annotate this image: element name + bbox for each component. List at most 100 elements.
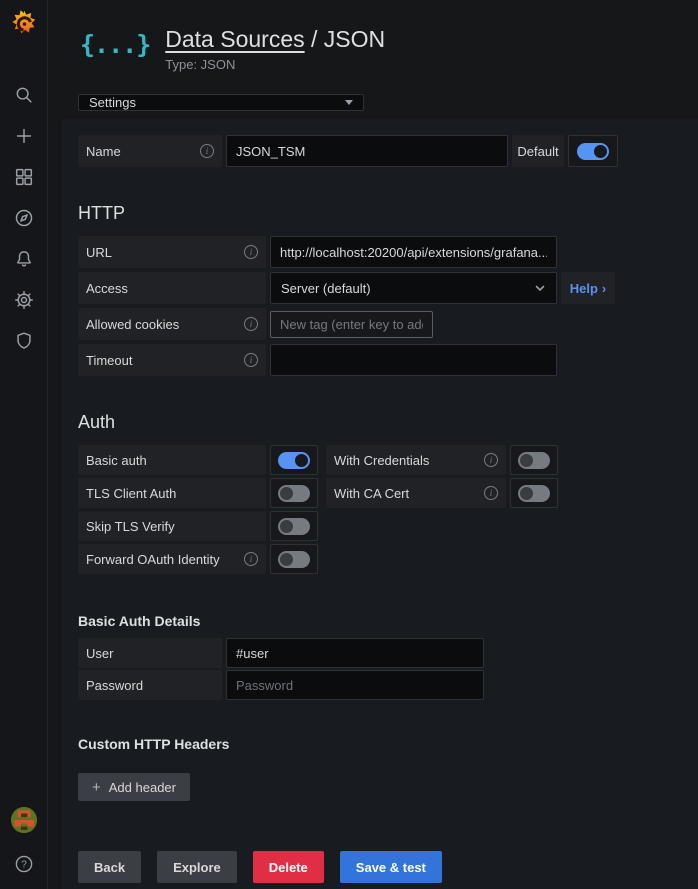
user-field-label: User — [78, 638, 222, 668]
app-window: ? {...} Data Sources / JSON Type: JSON S… — [0, 0, 698, 889]
page-header: {...} Data Sources / JSON Type: JSON — [48, 0, 698, 72]
add-header-button[interactable]: + Add header — [78, 773, 190, 801]
access-field-label: Access — [78, 272, 266, 304]
user-input[interactable] — [226, 638, 484, 668]
basic-auth-label-text: Basic auth — [86, 453, 147, 468]
chevron-right-icon: › — [602, 281, 606, 296]
help-button-text: Help — [570, 281, 598, 296]
password-row: Password — [78, 670, 682, 700]
action-buttons: Back Explore Delete Save & test — [78, 851, 682, 883]
info-icon[interactable] — [244, 353, 258, 367]
default-label: Default — [512, 135, 564, 167]
settings-panel: Name Default HTTP URL A — [62, 119, 698, 889]
basic-auth-details-heading: Basic Auth Details — [78, 613, 682, 629]
password-input[interactable] — [226, 670, 484, 700]
add-header-button-text: Add header — [109, 780, 176, 795]
skip-tls-verify-row: Skip TLS Verify — [78, 511, 318, 541]
caret-down-icon — [345, 100, 353, 105]
configuration-gear-icon[interactable] — [13, 289, 35, 311]
url-row: URL — [78, 236, 682, 268]
tls-client-auth-label: TLS Client Auth — [78, 478, 266, 508]
allowed-cookies-row: Allowed cookies — [78, 308, 682, 340]
tls-client-auth-row: TLS Client Auth — [78, 478, 318, 508]
name-input[interactable] — [226, 135, 508, 167]
json-datasource-icon: {...} — [80, 30, 150, 59]
timeout-label-text: Timeout — [86, 353, 132, 368]
forward-oauth-label: Forward OAuth Identity — [78, 544, 266, 574]
user-avatar[interactable] — [11, 807, 37, 833]
allowed-cookies-field-label: Allowed cookies — [78, 308, 266, 340]
forward-oauth-row: Forward OAuth Identity — [78, 544, 318, 574]
url-label-text: URL — [86, 245, 112, 260]
info-icon[interactable] — [244, 552, 258, 566]
tab-select-value: Settings — [89, 95, 136, 110]
back-button[interactable]: Back — [78, 851, 141, 883]
auth-section-heading: Auth — [78, 412, 682, 433]
forward-oauth-toggle[interactable] — [270, 544, 318, 574]
user-label-text: User — [86, 646, 113, 661]
password-label-text: Password — [86, 678, 143, 693]
default-toggle[interactable] — [568, 135, 618, 167]
password-field-label: Password — [78, 670, 222, 700]
forward-oauth-label-text: Forward OAuth Identity — [86, 552, 220, 567]
skip-tls-verify-label: Skip TLS Verify — [78, 511, 266, 541]
url-field-label: URL — [78, 236, 266, 268]
url-input[interactable] — [270, 236, 557, 268]
explore-compass-icon[interactable] — [13, 207, 35, 229]
with-ca-cert-label: With CA Cert — [326, 478, 506, 508]
access-help-button[interactable]: Help › — [561, 272, 615, 304]
help-icon[interactable]: ? — [13, 853, 35, 875]
with-ca-cert-row: With CA Cert — [326, 478, 558, 508]
timeout-field-label: Timeout — [78, 344, 266, 376]
custom-headers-heading: Custom HTTP Headers — [78, 736, 682, 752]
breadcrumb-separator: / — [311, 26, 317, 52]
alerting-bell-icon[interactable] — [13, 248, 35, 270]
skip-tls-verify-toggle[interactable] — [270, 511, 318, 541]
breadcrumb-data-sources-link[interactable]: Data Sources — [165, 26, 304, 52]
basic-auth-label: Basic auth — [78, 445, 266, 475]
access-row: Access Server (default) Help › — [78, 272, 682, 304]
svg-text:?: ? — [21, 860, 27, 871]
timeout-input[interactable] — [270, 344, 557, 376]
info-icon[interactable] — [200, 144, 214, 158]
chevron-down-icon — [534, 282, 546, 294]
breadcrumb-current: JSON — [324, 26, 385, 52]
basic-auth-toggle[interactable] — [270, 445, 318, 475]
sidebar-nav — [13, 84, 35, 352]
with-ca-cert-toggle[interactable] — [510, 478, 558, 508]
basic-auth-row: Basic auth — [78, 445, 318, 475]
skip-tls-verify-label-text: Skip TLS Verify — [86, 519, 175, 534]
auth-toggle-grid: Basic auth TLS Client Auth — [78, 445, 682, 577]
grafana-logo[interactable] — [8, 8, 40, 40]
plus-icon[interactable] — [13, 125, 35, 147]
sidebar: ? — [0, 0, 48, 889]
tls-client-auth-toggle[interactable] — [270, 478, 318, 508]
security-shield-icon[interactable] — [13, 330, 35, 352]
name-field-label: Name — [78, 135, 222, 167]
plus-icon: + — [92, 779, 101, 796]
info-icon[interactable] — [244, 245, 258, 259]
timeout-row: Timeout — [78, 344, 682, 376]
with-ca-cert-label-text: With CA Cert — [334, 486, 409, 501]
info-icon[interactable] — [244, 317, 258, 331]
access-select[interactable]: Server (default) — [270, 272, 557, 304]
delete-button[interactable]: Delete — [253, 851, 324, 883]
with-credentials-row: With Credentials — [326, 445, 558, 475]
info-icon[interactable] — [484, 486, 498, 500]
dashboards-icon[interactable] — [13, 166, 35, 188]
info-icon[interactable] — [484, 453, 498, 467]
name-row: Name Default — [78, 135, 682, 167]
search-icon[interactable] — [13, 84, 35, 106]
with-credentials-label: With Credentials — [326, 445, 506, 475]
page-title: Data Sources / JSON — [165, 26, 385, 53]
http-section-heading: HTTP — [78, 203, 682, 224]
allowed-cookies-tag-input[interactable] — [270, 311, 433, 338]
with-credentials-toggle[interactable] — [510, 445, 558, 475]
explore-button[interactable]: Explore — [157, 851, 237, 883]
settings-tab-select[interactable]: Settings — [78, 94, 364, 111]
user-row: User — [78, 638, 682, 668]
datasource-type-subtitle: Type: JSON — [165, 57, 385, 72]
allowed-cookies-label-text: Allowed cookies — [86, 317, 179, 332]
tls-client-auth-label-text: TLS Client Auth — [86, 486, 176, 501]
save-and-test-button[interactable]: Save & test — [340, 851, 442, 883]
